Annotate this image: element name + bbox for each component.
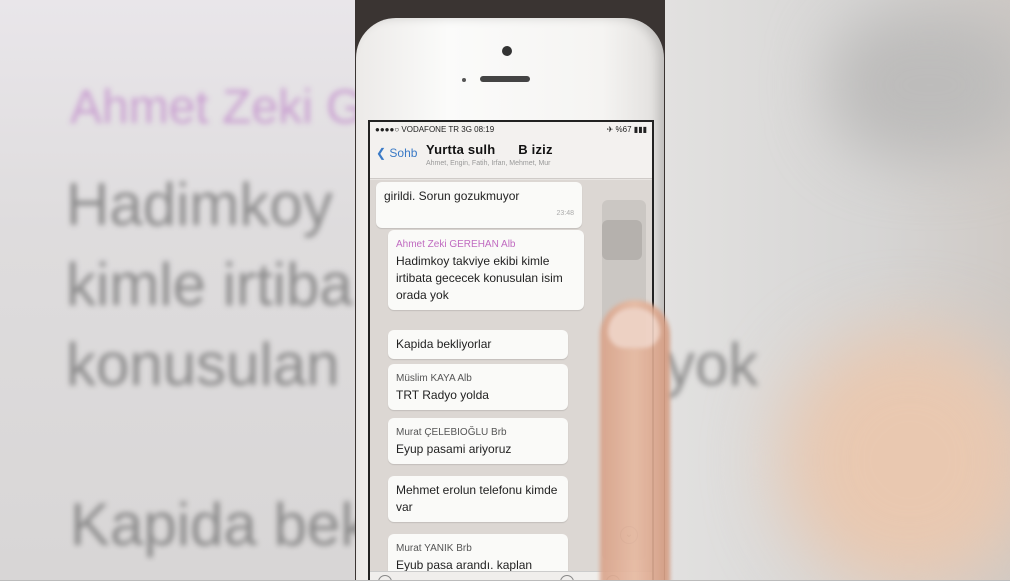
blurred-text-line: Kapida bek	[70, 491, 355, 558]
message-time: 23:48	[556, 210, 574, 217]
media-thumbnail[interactable]	[602, 220, 642, 260]
chevron-left-icon: ❮	[376, 146, 387, 160]
group-members: Ahmet, Engin, Fatih, Irfan, Mehmet, Mur	[426, 160, 551, 167]
blur-skin	[780, 330, 1010, 580]
chat-header: ❮ Sohb Yurtta sulh B iziz Ahmet, Engin, …	[370, 136, 652, 179]
carrier-info: ●●●●○ VODAFONE TR 3G 08:19	[375, 124, 495, 134]
blurred-text-line: konusulan	[66, 331, 340, 398]
message-text: girildi. Sorun gozukmuyor	[384, 189, 520, 203]
message-text: Mehmet erolun telefonu kimde var	[396, 483, 558, 514]
proximity-sensor	[462, 78, 466, 82]
earpiece-speaker	[480, 76, 530, 82]
group-title[interactable]: Yurtta sulh B iziz	[426, 142, 553, 157]
blurred-text-line: yok	[665, 331, 759, 398]
message-text: Eyup pasami ariyoruz	[396, 442, 512, 456]
blur-smudge	[830, 10, 1010, 160]
message-text: Hadimkoy takviye ekibi kimle irtibata ge…	[396, 254, 563, 302]
thumbnail-nail	[608, 308, 660, 348]
message-bubble[interactable]: Müslim KAYA Alb TRT Radyo yolda	[388, 364, 568, 410]
back-button[interactable]: ❮ Sohb	[376, 146, 417, 160]
message-sender: Ahmet Zeki GEREHAN Alb	[396, 239, 516, 250]
blurred-background-right: yok	[665, 0, 1010, 580]
message-text: Kapida bekliyorlar	[396, 337, 492, 351]
message-bubble[interactable]: Murat ÇELEBIOĞLU Brb Eyup pasami ariyoru…	[388, 418, 568, 464]
blurred-sender-text: Ahmet Zeki GEREHAN Alb	[70, 81, 355, 134]
message-bubble[interactable]: Mehmet erolun telefonu kimde var	[388, 476, 568, 522]
front-camera	[502, 46, 512, 56]
message-bubble[interactable]: girildi. Sorun gozukmuyor 23:48	[376, 182, 582, 228]
message-sender: Müslim KAYA Alb	[396, 373, 472, 384]
battery-info: ✈ %67 ▮▮▮	[606, 124, 647, 134]
blurred-text-line: Hadimkoy	[66, 171, 333, 238]
message-bubble[interactable]: Kapida bekliyorlar	[388, 330, 568, 359]
bottom-border	[0, 580, 1010, 586]
blurred-text-line: kimle irtiba	[66, 251, 353, 318]
message-sender: Murat ÇELEBIOĞLU Brb	[396, 427, 507, 438]
message-sender: Murat YANIK Brb	[396, 543, 472, 554]
message-text: TRT Radyo yolda	[396, 388, 489, 402]
video-frame: Ahmet Zeki GEREHAN Alb Hadimkoy kimle ir…	[0, 0, 1010, 580]
message-bubble[interactable]: Ahmet Zeki GEREHAN Alb Hadimkoy takviye …	[388, 230, 584, 310]
back-label: Sohb	[389, 146, 418, 160]
status-bar: ●●●●○ VODAFONE TR 3G 08:19 ✈ %67 ▮▮▮	[370, 122, 652, 136]
thumb-finger	[600, 300, 670, 580]
blurred-background-left: Ahmet Zeki GEREHAN Alb Hadimkoy kimle ir…	[0, 0, 355, 580]
